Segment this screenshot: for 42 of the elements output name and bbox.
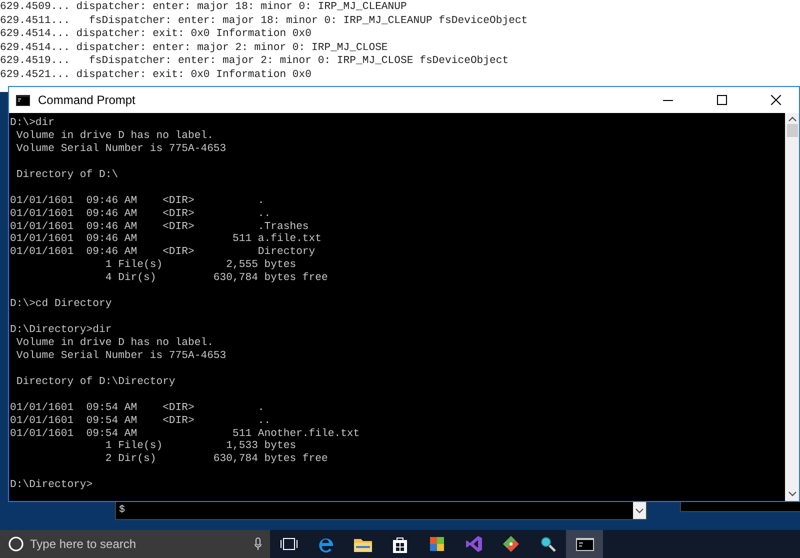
log-line: 629.4519... fsDispatcher: enter: major 2: minor 0: IRP_MJ_CLOSE fsDeviceObject [0,55,510,69]
scroll-thumb[interactable] [786,124,798,137]
command-prompt-task-icon[interactable] [566,530,603,558]
window-title: Command Prompt [38,93,136,107]
console-line: Directory of D:\ [15,168,120,182]
scroll-down-icon[interactable] [788,491,796,497]
console-line: 01/01/1601 09:54 AM <DIR> . [10,402,266,415]
console-line: Volume Serial Number is 775A-4653 [15,350,228,363]
console-line: Directory of D:\Directory [15,376,176,389]
shell-prompt: $ [118,505,126,518]
console-line: D:\Directory>dir [10,324,113,337]
console-line: 01/01/1601 09:46 AM 511 a.file.txt [10,233,323,246]
console-line: D:\>cd Directory [10,298,113,312]
console-line: 01/01/1601 09:46 AM <DIR> . [10,194,266,208]
console-line: 4 Dir(s) 630,784 bytes free [104,272,329,286]
log-line: 629.4514... dispatcher: exit: 0x0 Information 0x0 [0,28,313,42]
close-icon [771,95,781,105]
console-line: 01/01/1601 09:54 AM <DIR> .. [10,414,272,428]
console-line: 1 File(s) 2,555 bytes [104,259,298,272]
log-line: 629.4514... dispatcher: enter: major 2: minor 0: IRP_MJ_CLOSE [0,42,389,55]
console-line: 01/01/1601 09:46 AM <DIR> .Trashes [10,220,310,233]
log-line: 629.4521... dispatcher: exit: 0x0 Information 0x0 [0,68,313,83]
scroll-up-icon[interactable] [788,116,796,122]
microphone-icon[interactable] [254,537,262,551]
circle-icon[interactable] [8,536,24,552]
console-line: Volume in drive D has no label. [15,336,214,350]
console-line: Volume Serial Number is 775A-4653 [15,142,228,156]
console-line: D:\>dir [10,117,56,130]
search-field[interactable]: Type here to search [0,530,270,558]
log-line: 629.4511... fsDispatcher: enter: major 18: minor 0: IRP_MJ_CLEANUP fsDeviceObject [0,14,529,28]
console-line: 01/01/1601 09:54 AM 511 Another.file.txt [10,428,361,440]
console-line: 1 File(s) 1,533 bytes [104,440,298,453]
console-line: 01/01/1601 09:46 AM <DIR> Directory [10,246,316,259]
log-line: 629.4509... dispatcher: enter: major 18: minor 0: IRP_MJ_CLEANUP [0,1,408,15]
console-line: 01/01/1601 09:46 AM <DIR> .. [10,208,272,220]
console-icon [16,94,30,106]
search-placeholder: Type here to search [30,537,138,551]
scroll-down-icon[interactable] [635,508,644,514]
maximize-icon [717,95,727,105]
console-line: Volume in drive D has no label. [15,130,214,143]
console-line: D:\Directory> [10,479,94,492]
console-line: 2 Dir(s) 630,784 bytes free [104,453,329,466]
